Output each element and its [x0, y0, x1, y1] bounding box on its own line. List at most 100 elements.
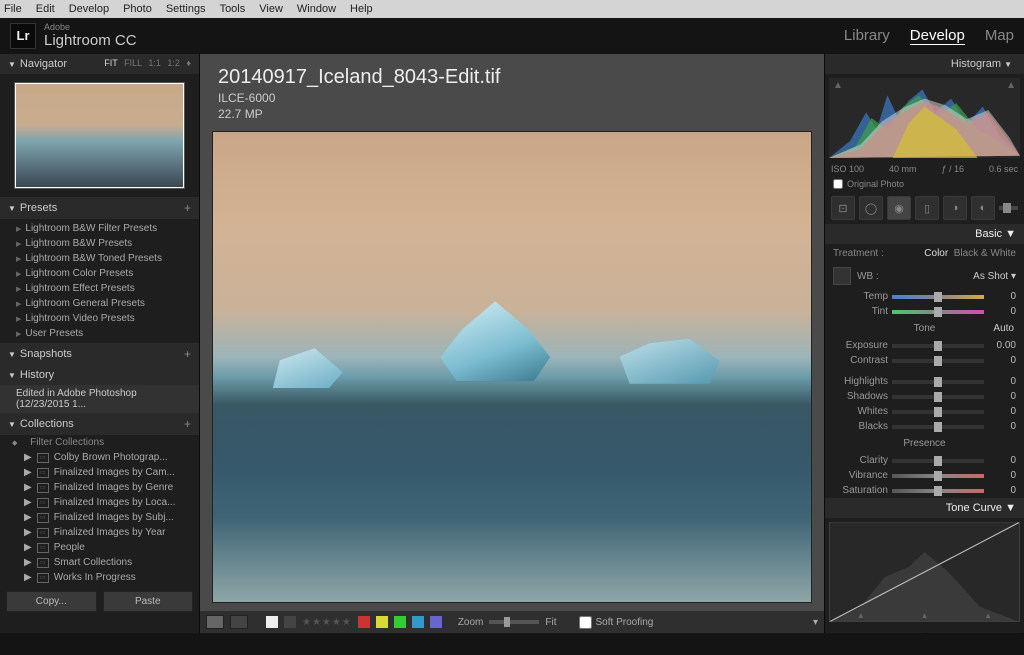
- menu-photo[interactable]: Photo: [123, 3, 152, 15]
- basic-panel-header[interactable]: Basic ▼: [825, 224, 1024, 244]
- add-preset-icon[interactable]: +: [184, 201, 191, 215]
- collection-item[interactable]: ▶▭People: [0, 540, 199, 555]
- zoom-fit[interactable]: FIT: [104, 58, 117, 68]
- paste-button[interactable]: Paste: [103, 591, 194, 612]
- preset-folder[interactable]: ▶User Presets: [0, 326, 199, 341]
- local-tools-row: ⊡ ◯ ◉ ▯ ◑ ◐: [825, 192, 1024, 224]
- add-collection-icon[interactable]: +: [184, 417, 191, 431]
- tone-curve-header[interactable]: Tone Curve ▼: [825, 498, 1024, 518]
- menu-file[interactable]: File: [4, 3, 22, 15]
- menu-help[interactable]: Help: [350, 3, 373, 15]
- crop-tool-icon[interactable]: ⊡: [831, 196, 855, 220]
- curve-handle-icon[interactable]: ▲: [857, 611, 865, 620]
- redeye-tool-icon[interactable]: ◉: [887, 196, 911, 220]
- rating-stars[interactable]: ★★★★★: [302, 617, 352, 628]
- histogram-display[interactable]: ▲ ▲: [829, 78, 1020, 158]
- navigator-header[interactable]: ▼Navigator FIT FILL 1:1 1:2 ♦: [0, 54, 199, 74]
- collection-item[interactable]: ▶▭Finalized Images by Cam...: [0, 465, 199, 480]
- clip-highlight-icon[interactable]: ▲: [1006, 80, 1016, 91]
- histogram-header[interactable]: Histogram ▼: [825, 54, 1024, 74]
- highlights-slider[interactable]: [892, 380, 984, 384]
- menu-develop[interactable]: Develop: [69, 3, 109, 15]
- treatment-color[interactable]: Color: [924, 248, 948, 259]
- whites-slider[interactable]: [892, 410, 984, 414]
- preset-folder[interactable]: ▶Lightroom B&W Presets: [0, 236, 199, 251]
- copy-button[interactable]: Copy...: [6, 591, 97, 612]
- menu-edit[interactable]: Edit: [36, 3, 55, 15]
- soft-proofing-toggle[interactable]: Soft Proofing: [579, 616, 654, 629]
- add-snapshot-icon[interactable]: +: [184, 347, 191, 361]
- menu-view[interactable]: View: [259, 3, 283, 15]
- tone-curve-display[interactable]: ▲ ▲ ▲: [829, 522, 1020, 622]
- menu-tools[interactable]: Tools: [220, 3, 246, 15]
- brush-tool-icon[interactable]: ◐: [971, 196, 995, 220]
- module-library[interactable]: Library: [844, 27, 890, 45]
- snapshots-header[interactable]: ▼Snapshots +: [0, 343, 199, 365]
- auto-tone-button[interactable]: Auto: [993, 323, 1014, 334]
- module-develop[interactable]: Develop: [910, 27, 965, 45]
- exposure-slider[interactable]: [892, 344, 984, 348]
- original-photo-toggle[interactable]: Original Photo: [825, 176, 1024, 192]
- collection-item[interactable]: ▶▭Finalized Images by Year: [0, 525, 199, 540]
- color-label-green[interactable]: [394, 616, 406, 628]
- collections-header[interactable]: ▼Collections +: [0, 413, 199, 435]
- wb-select[interactable]: As Shot ▾: [973, 271, 1016, 282]
- collection-item[interactable]: ▶▭Finalized Images by Subj...: [0, 510, 199, 525]
- treatment-bw[interactable]: Black & White: [954, 248, 1016, 259]
- os-menubar: File Edit Develop Photo Settings Tools V…: [0, 0, 1024, 18]
- preset-folder[interactable]: ▶Lightroom B&W Toned Presets: [0, 251, 199, 266]
- shadows-slider[interactable]: [892, 395, 984, 399]
- zoom-slider[interactable]: [489, 620, 539, 624]
- loupe-view-icon[interactable]: [206, 615, 224, 629]
- clarity-slider[interactable]: [892, 459, 984, 463]
- temp-slider[interactable]: [892, 295, 984, 299]
- zoom-1-1[interactable]: 1:1: [148, 58, 161, 68]
- collection-item[interactable]: ▶▭Finalized Images by Loca...: [0, 495, 199, 510]
- menu-window[interactable]: Window: [297, 3, 336, 15]
- color-label-red[interactable]: [358, 616, 370, 628]
- clip-shadow-icon[interactable]: ▲: [833, 80, 843, 91]
- toolbar-more-icon[interactable]: ▾: [813, 617, 818, 628]
- gradient-tool-icon[interactable]: ▯: [915, 196, 939, 220]
- before-after-icon[interactable]: [230, 615, 248, 629]
- curve-handle-icon[interactable]: ▲: [921, 611, 929, 620]
- blacks-slider[interactable]: [892, 425, 984, 429]
- collection-item[interactable]: ▶▭Finalized Images by Genre: [0, 480, 199, 495]
- collection-item[interactable]: ▶▭Works In Progress: [0, 570, 199, 585]
- color-label-purple[interactable]: [430, 616, 442, 628]
- lr-icon: Lr: [10, 23, 36, 49]
- curve-handle-icon[interactable]: ▲: [984, 611, 992, 620]
- preset-folder[interactable]: ▶Lightroom Video Presets: [0, 311, 199, 326]
- color-label-yellow[interactable]: [376, 616, 388, 628]
- zoom-fill[interactable]: FILL: [124, 58, 142, 68]
- filmstrip-collapsed[interactable]: [0, 633, 1024, 655]
- radial-tool-icon[interactable]: ◑: [943, 196, 967, 220]
- zoom-1-2[interactable]: 1:2: [167, 58, 180, 68]
- spot-tool-icon[interactable]: ◯: [859, 196, 883, 220]
- photo-preview[interactable]: [212, 131, 812, 603]
- navigator-thumbnail[interactable]: [14, 82, 185, 189]
- preset-folder[interactable]: ▶Lightroom Color Presets: [0, 266, 199, 281]
- wb-eyedropper-icon[interactable]: [833, 267, 851, 285]
- module-map[interactable]: Map: [985, 27, 1014, 45]
- history-item[interactable]: Edited in Adobe Photoshop (12/23/2015 1.…: [0, 385, 199, 413]
- vibrance-slider[interactable]: [892, 474, 984, 478]
- saturation-slider[interactable]: [892, 489, 984, 493]
- image-canvas[interactable]: [212, 131, 812, 603]
- tint-slider[interactable]: [892, 310, 984, 314]
- menu-settings[interactable]: Settings: [166, 3, 206, 15]
- filter-collections[interactable]: ◆ Filter Collections: [0, 435, 199, 450]
- flag-pick-icon[interactable]: [266, 616, 278, 628]
- flag-reject-icon[interactable]: [284, 616, 296, 628]
- presets-header[interactable]: ▼Presets +: [0, 197, 199, 219]
- color-label-blue[interactable]: [412, 616, 424, 628]
- preset-folder[interactable]: ▶Lightroom Effect Presets: [0, 281, 199, 296]
- history-header[interactable]: ▼History: [0, 365, 199, 385]
- zoom-more-icon[interactable]: ♦: [186, 58, 191, 68]
- tool-slider[interactable]: [999, 206, 1018, 210]
- preset-folder[interactable]: ▶Lightroom B&W Filter Presets: [0, 221, 199, 236]
- collection-item[interactable]: ▶▭Smart Collections: [0, 555, 199, 570]
- collection-item[interactable]: ▶▭Colby Brown Photograp...: [0, 450, 199, 465]
- preset-folder[interactable]: ▶Lightroom General Presets: [0, 296, 199, 311]
- contrast-slider[interactable]: [892, 359, 984, 363]
